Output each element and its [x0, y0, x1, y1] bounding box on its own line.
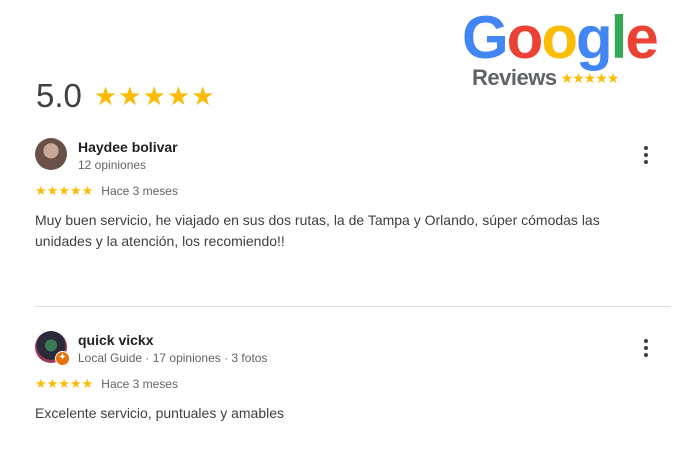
reviewer-name[interactable]: Haydee bolivar: [78, 138, 178, 156]
logo-stars-icon: ★★★★★: [560, 69, 620, 86]
avatar[interactable]: ✦: [35, 331, 70, 366]
review-date: Hace 3 meses: [101, 184, 178, 198]
google-wordmark: Google: [462, 8, 659, 68]
review-stars-icon: ★★★★★: [35, 183, 94, 198]
logo-letter: e: [625, 4, 658, 71]
review-stars-icon: ★★★★★: [35, 376, 94, 391]
local-guide-badge-icon: ✦: [55, 351, 70, 366]
review-item: Haydee bolivar 12 opiniones ★★★★★ Hace 3…: [35, 138, 675, 252]
logo-reviews-text: Reviews: [472, 65, 557, 90]
reviewer-meta: 12 opiniones: [78, 158, 147, 172]
avatar[interactable]: [35, 138, 67, 170]
google-reviews-logo: Google Reviews ★★★★★: [462, 8, 659, 91]
more-options-icon[interactable]: [641, 146, 651, 164]
reviewer-name[interactable]: quick vickx: [78, 331, 267, 349]
logo-letter: g: [575, 4, 613, 71]
reviewer-info: quick vickx Local Guide · 17 opiniones ·…: [78, 331, 267, 366]
review-date: Hace 3 meses: [101, 377, 178, 391]
logo-letter: G: [462, 4, 509, 71]
review-item: ✦ quick vickx Local Guide · 17 opiniones…: [35, 331, 675, 424]
review-text: Excelente servicio, puntuales y amables: [35, 405, 285, 421]
more-options-icon[interactable]: [641, 339, 651, 357]
review-rating-row: ★★★★★ Hace 3 meses: [35, 183, 675, 199]
overall-rating: 5.0 ★★★★★: [36, 76, 215, 116]
review-header: Haydee bolivar 12 opiniones: [35, 138, 675, 173]
logo-subtitle: Reviews ★★★★★: [472, 65, 620, 91]
logo-letter: o: [506, 4, 544, 71]
logo-letter: o: [541, 4, 578, 71]
rating-stars-icon: ★★★★★: [93, 80, 216, 111]
reviewer-meta: Local Guide · 17 opiniones · 3 fotos: [78, 351, 268, 365]
review-text: Muy buen servicio, he viajado en sus dos…: [35, 212, 600, 249]
logo-letter: l: [610, 4, 628, 71]
reviewer-info: Haydee bolivar 12 opiniones: [78, 138, 178, 173]
divider: [35, 306, 671, 307]
review-header: ✦ quick vickx Local Guide · 17 opiniones…: [35, 331, 675, 366]
rating-value: 5.0: [36, 77, 82, 114]
review-rating-row: ★★★★★ Hace 3 meses: [35, 376, 675, 392]
